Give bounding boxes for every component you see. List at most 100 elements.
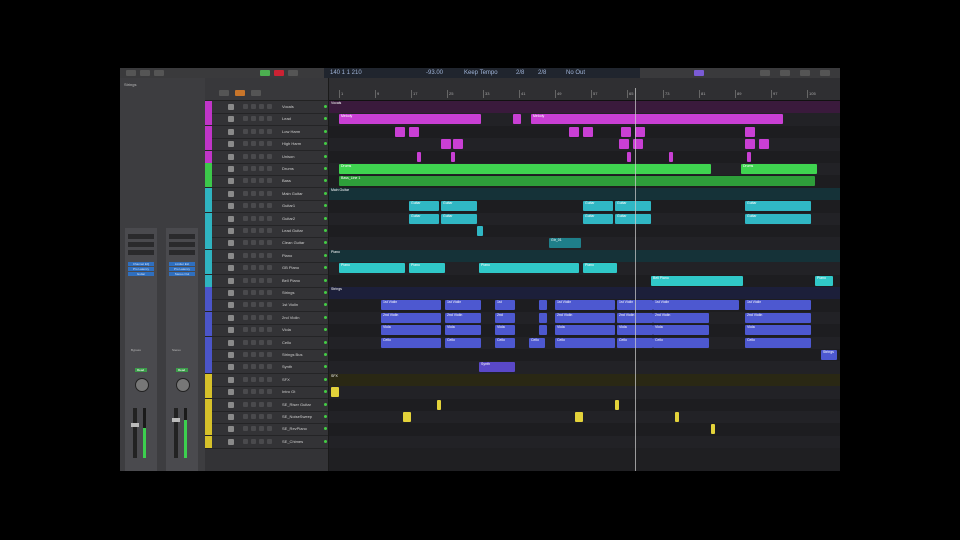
region[interactable] — [675, 412, 679, 422]
track-row[interactable]: 1st Violin — [205, 299, 328, 313]
input-slot[interactable] — [169, 250, 195, 255]
region[interactable] — [759, 139, 769, 150]
solo-button[interactable] — [251, 401, 256, 407]
track-row[interactable]: Main Guitar — [205, 187, 328, 201]
track-lane[interactable] — [329, 398, 840, 411]
folder-region[interactable]: Vocals — [329, 101, 840, 114]
region[interactable]: Piano — [479, 263, 579, 274]
region[interactable]: 1st Violin — [381, 300, 441, 311]
record-enable-button[interactable] — [259, 426, 264, 432]
input-monitor-button[interactable] — [267, 290, 272, 295]
volume-fader-handle[interactable] — [172, 418, 180, 422]
input-monitor-button[interactable] — [267, 252, 272, 258]
region[interactable]: Cello — [555, 337, 615, 348]
list-editors-button[interactable] — [780, 70, 790, 76]
mute-button[interactable] — [243, 153, 248, 159]
track-name[interactable]: Piano — [282, 250, 292, 262]
region[interactable] — [569, 126, 579, 137]
track-row[interactable]: Lead Guitar — [205, 225, 328, 238]
mute-button[interactable] — [243, 215, 248, 221]
track-row[interactable]: Guitar2 — [205, 212, 328, 226]
mute-button[interactable] — [243, 364, 248, 370]
plugin-slot[interactable]: Pro Latency — [128, 267, 154, 271]
input-monitor-button[interactable] — [267, 302, 272, 308]
mute-button[interactable] — [243, 265, 248, 271]
region[interactable]: Guitar — [409, 213, 439, 224]
mute-button[interactable] — [243, 290, 248, 295]
region[interactable] — [539, 312, 547, 323]
region[interactable]: 2nd Violin — [745, 312, 811, 323]
solo-button[interactable] — [251, 178, 256, 184]
mute-button[interactable] — [243, 240, 248, 246]
solo-button[interactable] — [251, 352, 256, 357]
track-name[interactable]: GB Piano — [282, 262, 299, 274]
region[interactable] — [635, 126, 645, 137]
region[interactable]: Bell Piano — [651, 275, 743, 286]
solo-button[interactable] — [251, 128, 256, 134]
track-row[interactable]: Drums — [205, 163, 328, 176]
mute-button[interactable] — [243, 277, 248, 283]
mute-button[interactable] — [243, 401, 248, 407]
region[interactable]: Piano — [339, 263, 405, 274]
track-row[interactable]: Intro Gt — [205, 386, 328, 400]
track-lane[interactable] — [329, 225, 840, 238]
add-track-button[interactable] — [219, 90, 229, 96]
track-lane[interactable] — [329, 423, 840, 436]
mute-button[interactable] — [243, 414, 248, 419]
track-view-button[interactable] — [251, 90, 261, 96]
region[interactable]: Piano — [409, 263, 445, 274]
mute-button[interactable] — [243, 190, 248, 196]
region[interactable]: 2nd — [495, 312, 515, 323]
solo-button[interactable] — [251, 277, 256, 283]
loop-browser-button[interactable] — [820, 70, 830, 76]
track-name[interactable]: Strings Bus — [282, 349, 302, 361]
toolbar-toggle-button[interactable] — [154, 70, 164, 76]
track-name[interactable]: Clean Guitar — [282, 237, 304, 249]
track-lanes[interactable]: Vocals Melody Melody Drums Drums Bass_Line 1 M… — [329, 100, 840, 471]
region[interactable] — [441, 139, 451, 150]
track-lane[interactable] — [329, 386, 840, 399]
region[interactable]: 1st Violin — [745, 300, 811, 311]
region[interactable]: Drums — [741, 164, 817, 174]
mute-button[interactable] — [243, 327, 248, 333]
solo-button[interactable] — [251, 215, 256, 221]
region[interactable]: Piano — [815, 275, 833, 286]
solo-button[interactable] — [251, 364, 256, 370]
input-monitor-button[interactable] — [267, 314, 272, 320]
solo-button[interactable] — [251, 265, 256, 271]
track-name[interactable]: Bass — [282, 175, 291, 187]
notepad-button[interactable] — [800, 70, 810, 76]
track-row[interactable]: Vocals — [205, 101, 328, 114]
region[interactable]: Guitar — [409, 201, 439, 212]
region[interactable]: Guitar — [441, 201, 477, 212]
track-name[interactable]: Guitar1 — [282, 200, 295, 212]
input-monitor-button[interactable] — [267, 116, 272, 122]
solo-button[interactable] — [251, 240, 256, 246]
lcd-display[interactable]: 140 1 1 210 -93.00 Keep Tempo 2/8 2/8 No… — [324, 68, 640, 78]
track-name[interactable]: Guitar2 — [282, 213, 295, 225]
folder-region[interactable]: Piano — [329, 249, 840, 263]
playhead[interactable] — [635, 88, 636, 471]
region[interactable]: Strings — [821, 350, 837, 360]
region[interactable] — [409, 126, 419, 137]
mute-button[interactable] — [243, 376, 248, 382]
input-monitor-button[interactable] — [267, 203, 272, 209]
region[interactable]: Cello — [381, 337, 441, 348]
record-enable-button[interactable] — [259, 178, 264, 184]
eq-slot[interactable] — [169, 242, 195, 247]
track-row[interactable]: SFX — [205, 373, 328, 387]
region[interactable]: 2nd Violin — [445, 312, 481, 323]
region[interactable] — [417, 151, 421, 162]
plugin-slot[interactable]: Guitar — [128, 272, 154, 276]
input-monitor-button[interactable] — [267, 215, 272, 221]
solo-button[interactable] — [251, 314, 256, 320]
track-lane[interactable] — [329, 237, 840, 250]
region[interactable]: Cello — [653, 337, 709, 348]
region[interactable]: Cello — [745, 337, 811, 348]
record-enable-button[interactable] — [259, 116, 264, 122]
input-monitor-button[interactable] — [267, 426, 272, 432]
region[interactable]: Cello — [529, 337, 545, 348]
mixer-button[interactable] — [694, 70, 704, 76]
record-enable-button[interactable] — [259, 327, 264, 333]
region[interactable]: 2nd Violin — [381, 312, 441, 323]
